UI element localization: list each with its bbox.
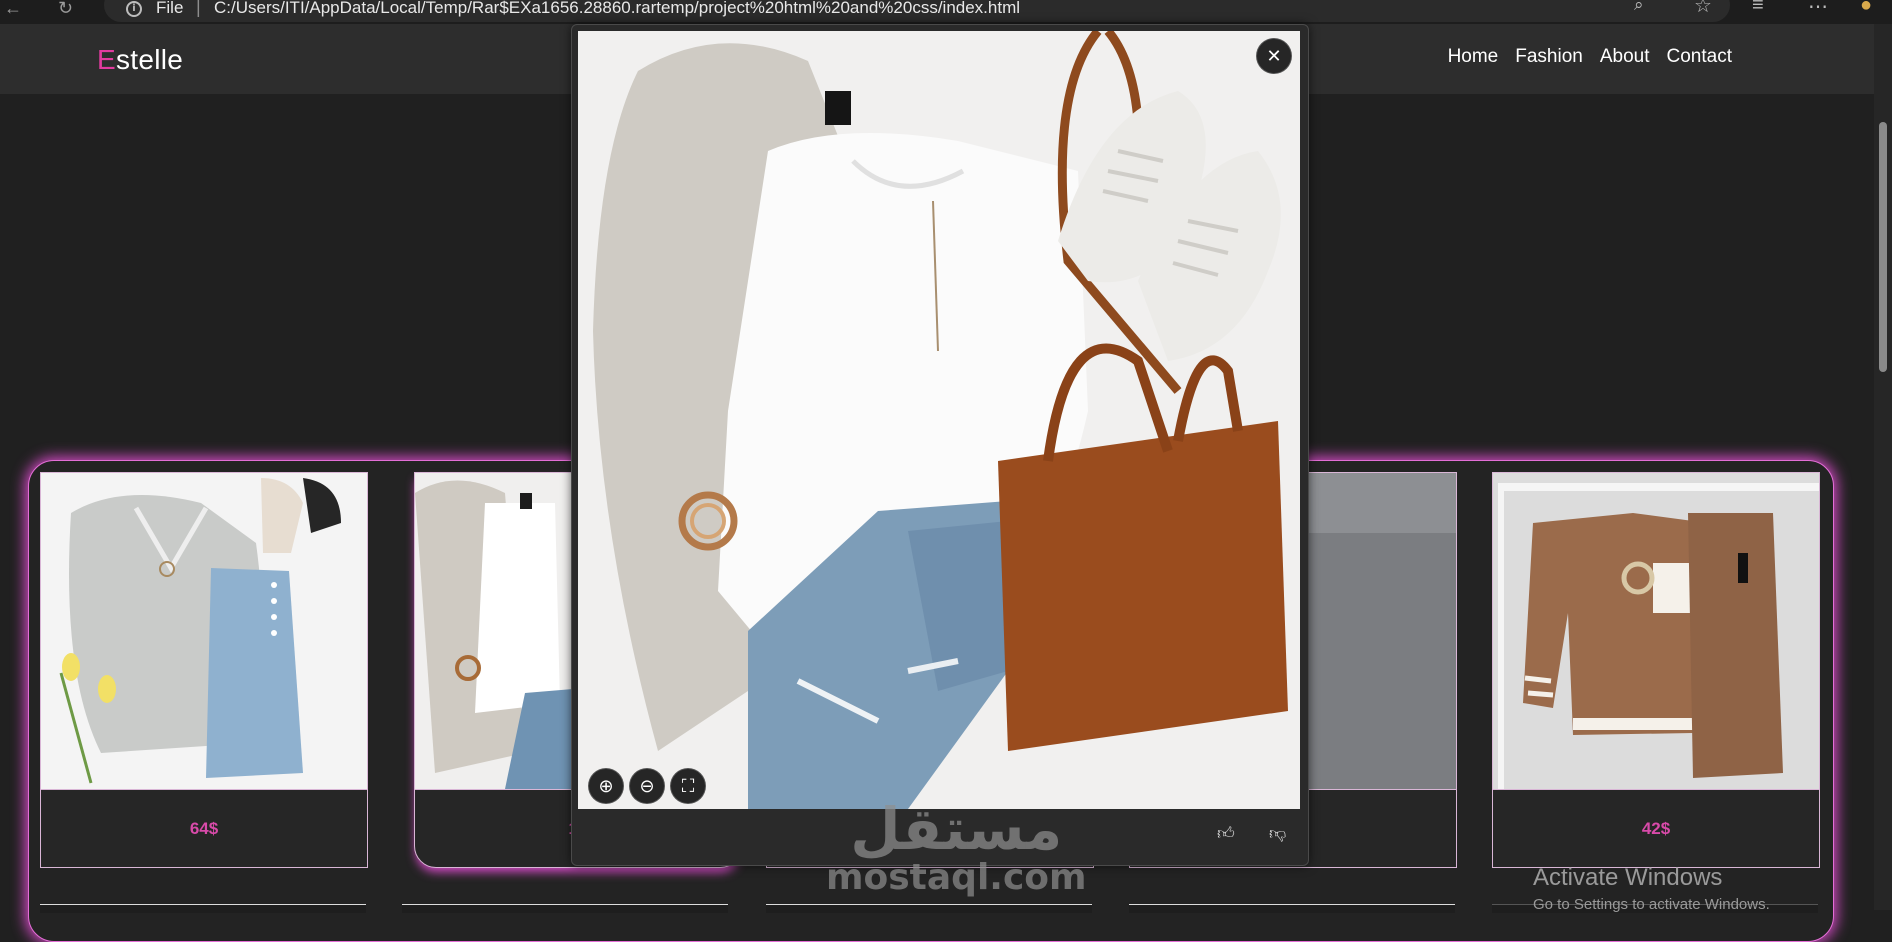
browser-toolbar: ← ↻ i File | C:/Users/ITI/AppData/Local/… [0,0,1892,24]
product-card-row2 [766,904,1092,913]
thumbs-down-icon[interactable]: 👎︎ [1269,823,1286,844]
close-icon[interactable]: ✕ [1257,39,1291,73]
activate-windows-subtitle: Go to Settings to activate Windows. [1533,896,1770,913]
fullscreen-icon[interactable]: ⛶ [671,769,705,803]
zoom-in-icon[interactable]: ⊕ [589,769,623,803]
back-icon[interactable]: ← [4,0,22,19]
nav-home[interactable]: Home [1448,46,1499,68]
logo[interactable]: Estelle [97,44,183,76]
lightbox-image[interactable] [578,31,1300,809]
thumbs-up-icon[interactable]: 👍︎ [1217,823,1235,844]
reload-icon[interactable]: ↻ [58,0,73,19]
product-card-row2 [40,904,366,913]
product-price: 42$ [1493,789,1819,868]
zoom-indicator-icon[interactable]: ⌕ [1634,0,1644,15]
product-card-row2 [1129,904,1455,913]
activate-windows-watermark: Activate Windows Go to Settings to activ… [1533,864,1770,913]
site-info-icon[interactable]: i [126,1,142,17]
favorite-star-icon[interactable]: ☆ [1694,0,1712,18]
image-lightbox: ✕ ⊕ ⊖ ⛶ 👍︎ 👎︎ [571,24,1309,866]
mostaql-watermark-latin: mostaql.com [826,857,1087,898]
profile-icon[interactable]: ● [1860,0,1872,17]
nav-fashion[interactable]: Fashion [1515,46,1583,68]
address-separator: | [196,0,201,17]
protocol-label: File [156,0,184,17]
product-price: 64$ [41,789,367,868]
activate-windows-title: Activate Windows [1533,864,1723,891]
address-bar[interactable]: i File | C:/Users/ITI/AppData/Local/Temp… [104,0,1730,22]
mostaql-watermark: مستقل mostaql.com [826,800,1087,896]
url-text[interactable]: C:/Users/ITI/AppData/Local/Temp/Rar$EXa1… [214,0,1020,18]
nav-contact[interactable]: Contact [1667,46,1732,68]
page-scrollbar[interactable] [1874,24,1892,910]
zoom-out-icon[interactable]: ⊖ [630,769,664,803]
product-card[interactable]: 42$ [1492,472,1820,868]
main-nav: Home Fashion About Contact [1448,46,1732,68]
scrollbar-thumb[interactable] [1879,122,1887,372]
nav-about[interactable]: About [1600,46,1650,68]
product-image[interactable] [1493,473,1819,789]
product-image[interactable] [41,473,367,789]
mostaql-watermark-arabic: مستقل [850,795,1064,863]
favorites-icon[interactable]: ≡ [1752,0,1764,17]
product-card[interactable]: 64$ [40,472,368,868]
more-menu-icon[interactable]: ⋯ [1808,0,1828,19]
product-card-row2 [402,904,728,913]
